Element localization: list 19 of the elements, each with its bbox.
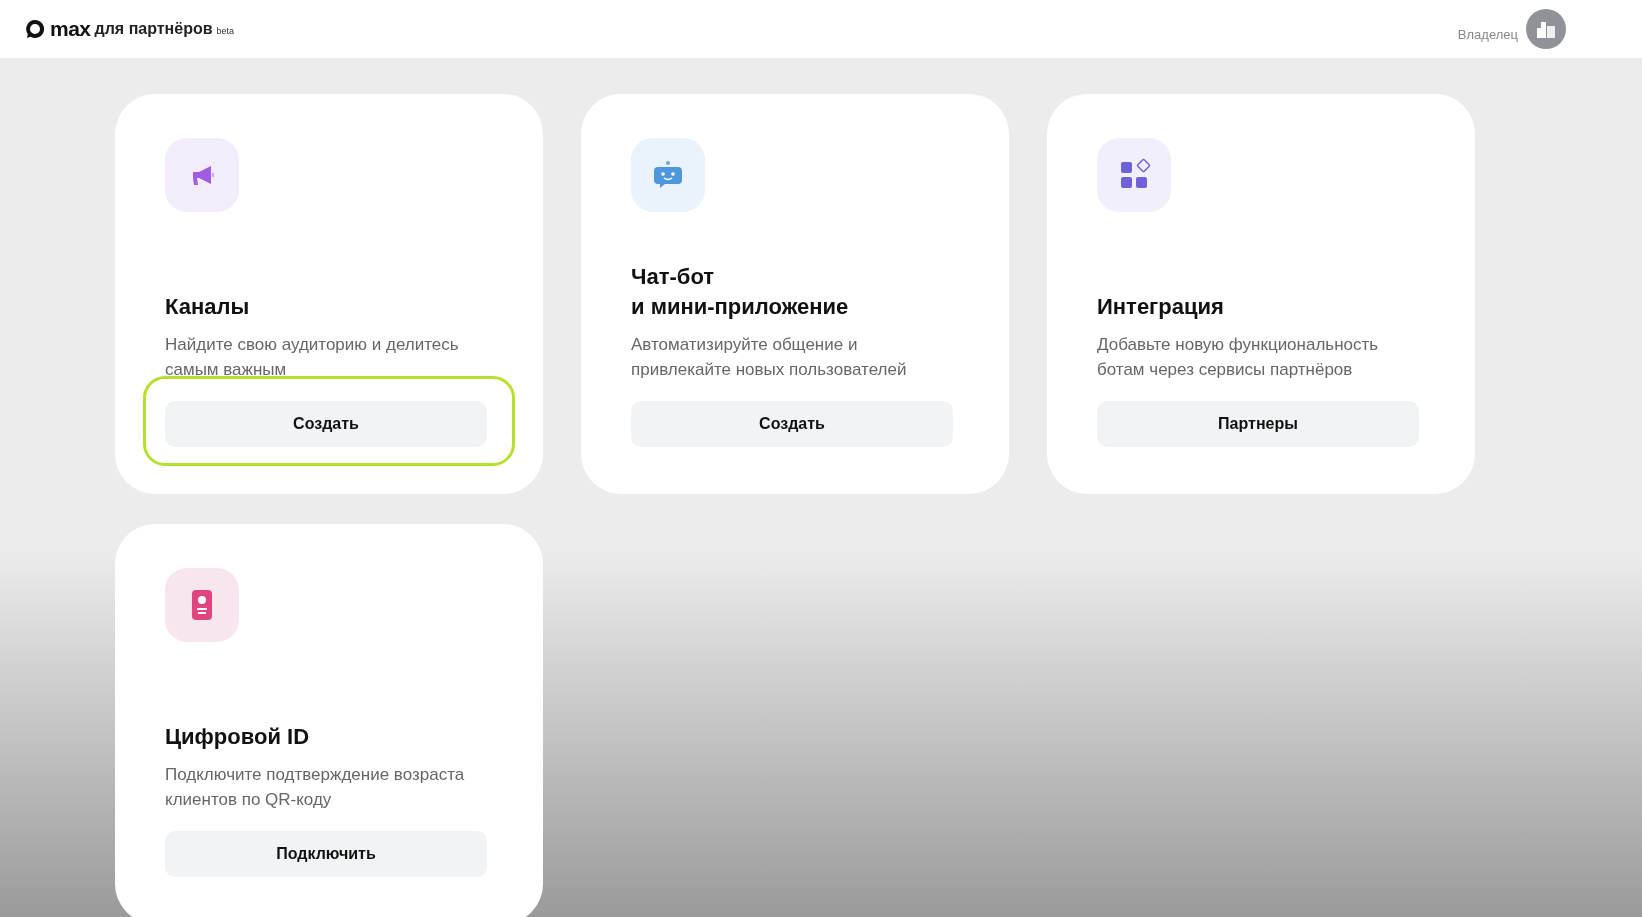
card-title: Чат-бот <box>631 263 716 291</box>
card-title: Цифровой ID <box>165 723 311 751</box>
action-button[interactable]: Партнеры <box>1097 401 1419 447</box>
action-button[interactable]: Создать <box>165 401 487 447</box>
card-title: и мини-приложение <box>631 293 850 321</box>
beta-label: beta <box>216 25 235 39</box>
logo-text: max <box>50 16 91 43</box>
role-label: Владелец <box>1457 26 1518 45</box>
card-description: Добавьте новую функциональность ботам через сервисы партнёров <box>1097 334 1380 381</box>
card-description: Подключите подтверждение возраста клиентов по QR-коду <box>165 764 466 811</box>
card-title: Каналы <box>165 293 251 321</box>
avatar[interactable] <box>1526 9 1566 49</box>
card-description: Найдите свою аудиторию и делитесь самым важным <box>165 334 460 381</box>
logo-icon <box>24 18 46 40</box>
card-description: Автоматизируйте общение и привлекайте новых пользователей <box>631 334 908 381</box>
logo-subtitle: для партнёров <box>94 19 213 39</box>
action-button[interactable]: Подключить <box>165 831 487 877</box>
card-title: Интеграция <box>1097 293 1225 321</box>
action-button[interactable]: Создать <box>631 401 953 447</box>
